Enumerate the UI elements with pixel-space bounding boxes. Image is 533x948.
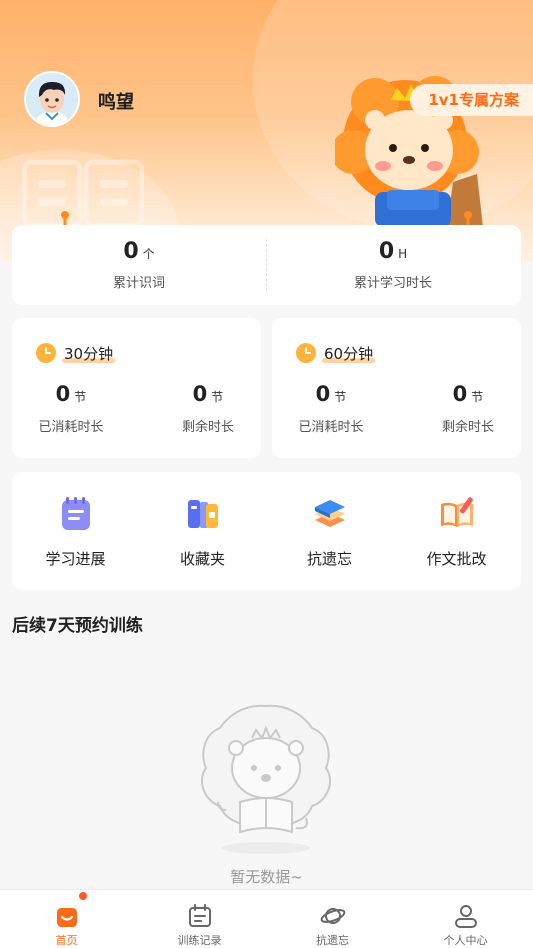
boy-avatar-icon: [26, 73, 78, 125]
empty-lion-reading-icon: [201, 704, 331, 854]
stat-unit: H: [398, 247, 408, 261]
remaining-label: 剩余时长: [441, 420, 494, 435]
remaining-value: 0: [192, 382, 208, 406]
stat-label: 累计学习时长: [353, 276, 432, 291]
lesson-30min-card[interactable]: 30分钟 0节 已消耗时长 0节 剩余时长: [12, 318, 261, 458]
shortcut-label: 抗遗忘: [306, 550, 352, 568]
stat-unit: 个: [142, 247, 155, 261]
stat-value: 0: [123, 239, 139, 264]
section-title: 后续7天预约训练: [12, 616, 143, 636]
tab-label: 首页: [55, 934, 78, 947]
stat-words-learned: 0个 累计识词: [12, 239, 266, 291]
remaining-unit: 节: [211, 390, 224, 404]
lesson-duration-title: 60分钟: [324, 344, 374, 363]
remaining-label: 剩余时长: [181, 420, 234, 435]
notepad-icon: [61, 497, 90, 530]
stacked-books-icon: [314, 500, 345, 527]
learning-stats-card: 0个 累计识词 0H 累计学习时长: [12, 225, 521, 305]
shortcut-grid: 学习进展 收藏夹 抗遗忘 作文批改: [12, 472, 521, 590]
stat-value: 0: [378, 239, 395, 264]
remaining-unit: 节: [471, 390, 484, 404]
folders-icon: [187, 500, 218, 528]
remaining-lessons: 0节 剩余时长: [178, 382, 238, 435]
remaining-value: 0: [452, 382, 468, 406]
stat-study-time: 0H 累计学习时长: [266, 239, 520, 291]
notification-dot: [78, 892, 87, 900]
stat-label: 累计识词: [112, 276, 165, 291]
tab-label: 个人中心: [443, 934, 488, 947]
tab-profile[interactable]: 个人中心: [399, 890, 532, 948]
profile-header: 鸣望 1v1专属方案: [0, 0, 533, 262]
exclusive-plan-badge[interactable]: 1v1专属方案: [410, 84, 533, 116]
bottom-tab-bar: 首页 训练记录 抗遗忘 个人中心: [0, 889, 533, 948]
shortcut-label: 学习进展: [45, 550, 106, 568]
consumed-lessons: 0节 已消耗时长: [296, 382, 366, 435]
open-book-pencil-icon: [440, 497, 473, 527]
clock-icon: [296, 343, 316, 363]
tab-home[interactable]: 首页: [0, 890, 133, 948]
empty-state-text: 暂无数据~: [230, 868, 303, 886]
shortcut-anti-forgetting[interactable]: 抗遗忘: [266, 494, 393, 569]
lesson-type-header: 60分钟: [296, 342, 376, 364]
consumed-label: 已消耗时长: [38, 420, 104, 435]
consumed-unit: 节: [74, 390, 87, 404]
planet-icon: [320, 908, 345, 924]
user-icon: [454, 905, 477, 928]
clock-icon: [36, 343, 56, 363]
consumed-unit: 节: [334, 390, 347, 404]
shortcut-essay-correction[interactable]: 作文批改: [393, 494, 520, 569]
home-icon: [56, 908, 77, 927]
tab-training-records[interactable]: 训练记录: [133, 890, 266, 948]
consumed-lessons: 0节 已消耗时长: [36, 382, 106, 435]
username: 鸣望: [98, 92, 134, 113]
tab-anti-forgetting[interactable]: 抗遗忘: [266, 890, 399, 948]
book-watermark-icon: [22, 159, 144, 229]
shortcut-learning-progress[interactable]: 学习进展: [12, 494, 139, 569]
calendar-icon: [188, 904, 211, 927]
avatar[interactable]: [24, 71, 80, 127]
lesson-type-header: 30分钟: [36, 342, 116, 364]
consumed-value: 0: [55, 382, 71, 406]
shortcut-label: 收藏夹: [179, 550, 225, 568]
consumed-value: 0: [315, 382, 331, 406]
lesson-duration-title: 30分钟: [64, 344, 114, 363]
remaining-lessons: 0节 剩余时长: [438, 382, 498, 435]
consumed-label: 已消耗时长: [298, 420, 364, 435]
tab-label: 抗遗忘: [316, 934, 349, 947]
shortcut-favorites[interactable]: 收藏夹: [139, 494, 266, 569]
shortcut-label: 作文批改: [426, 550, 487, 568]
lesson-60min-card[interactable]: 60分钟 0节 已消耗时长 0节 剩余时长: [272, 318, 521, 458]
tab-label: 训练记录: [177, 934, 222, 947]
